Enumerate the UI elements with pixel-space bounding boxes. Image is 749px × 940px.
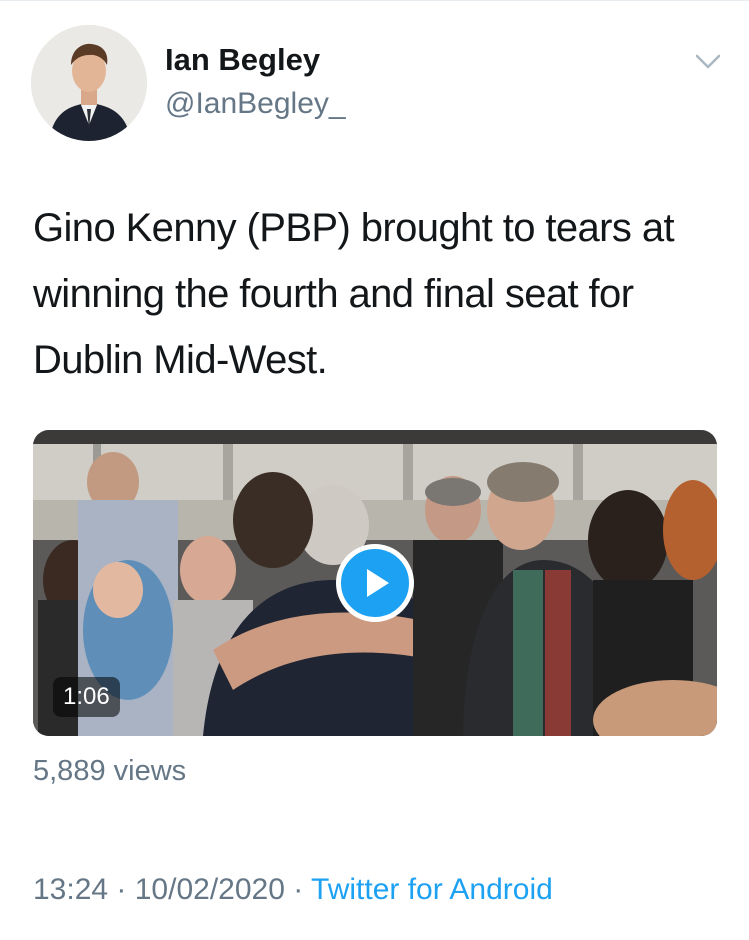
top-divider	[0, 0, 749, 1]
video-player[interactable]: 1:06	[33, 430, 717, 736]
tweet-time: 13:24	[33, 873, 109, 906]
author-handle[interactable]: @IanBegley_	[165, 87, 346, 121]
avatar-photo	[31, 25, 147, 141]
tweet-date: 10/02/2020	[134, 873, 285, 906]
avatar[interactable]	[31, 25, 147, 141]
play-icon	[367, 569, 389, 597]
author-name[interactable]: Ian Begley	[165, 42, 320, 78]
view-count: 5,889 views	[33, 755, 187, 787]
tweet-metadata: 13:24 · 10/02/2020 · Twitter for Android	[33, 873, 553, 907]
play-button[interactable]	[336, 544, 414, 622]
meta-separator: ·	[284, 873, 312, 906]
tweet-source-link[interactable]: Twitter for Android	[311, 873, 553, 906]
video-duration-badge: 1:06	[53, 677, 120, 717]
tweet-text: Gino Kenny (PBP) brought to tears at win…	[33, 206, 675, 382]
meta-separator: ·	[108, 873, 135, 906]
chevron-down-icon[interactable]	[694, 52, 722, 72]
